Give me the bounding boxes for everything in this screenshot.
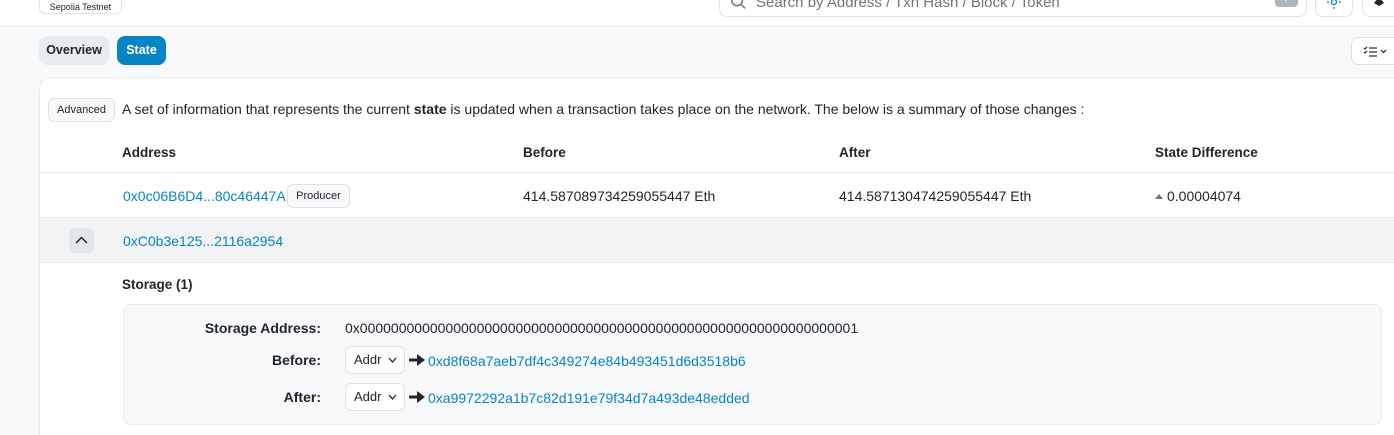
state-description: A set of information that represents the… [122,101,1085,117]
list-check-icon [1363,46,1387,57]
before-format-select[interactable]: Addr [345,346,405,374]
arrow-right-icon [409,354,425,366]
arrow-right-icon [409,391,425,403]
sun-icon [1327,0,1341,9]
search-icon [731,0,746,9]
storage-after-link[interactable]: 0xa9972292a1b7c82d191e79f34d7a493de48edd… [428,390,750,406]
storage-address-value: 0x00000000000000000000000000000000000000… [345,320,859,336]
address-link[interactable]: 0x0c06B6D4...80c46447A [123,188,286,204]
after-format-select[interactable]: Addr [345,383,405,411]
search-shortcut-key: / [1275,0,1298,7]
storage-title: Storage (1) [122,277,193,292]
advanced-badge: Advanced [48,98,115,122]
chevron-down-icon [388,357,397,363]
column-header-address: Address [122,145,177,160]
state-difference: 0.00004074 [1155,188,1241,204]
storage-after-label: After: [283,389,321,405]
storage-before-label: Before: [271,352,321,368]
column-header-after: After [839,145,871,160]
column-header-before: Before [523,145,566,160]
storage-address-label: Storage Address: [204,320,321,336]
chevron-up-icon [75,236,88,244]
producer-badge: Producer [287,184,350,208]
column-header-state-difference: State Difference [1155,145,1258,160]
network-badge: Sepolia Testnet [39,0,122,14]
collapse-row-button[interactable] [69,228,94,253]
view-options-button[interactable] [1351,37,1394,65]
ethereum-icon [1374,0,1384,6]
network-switch-button[interactable] [1362,0,1394,17]
after-value: 414.587130474259055447 Eth [839,188,1032,204]
theme-toggle-button[interactable] [1315,0,1353,17]
caret-up-icon [1155,194,1163,199]
address-link[interactable]: 0xC0b3e125...2116a2954 [123,233,283,249]
chevron-down-icon [388,394,397,400]
storage-before-link[interactable]: 0xd8f68a7aeb7df4c349274e84b493451d6d3518… [428,353,746,369]
before-value: 414.587089734259055447 Eth [523,188,716,204]
tab-overview[interactable]: Overview [39,36,109,65]
tab-state[interactable]: State [117,36,166,65]
search-input[interactable] [756,0,1256,11]
search-box[interactable]: / [719,0,1307,17]
